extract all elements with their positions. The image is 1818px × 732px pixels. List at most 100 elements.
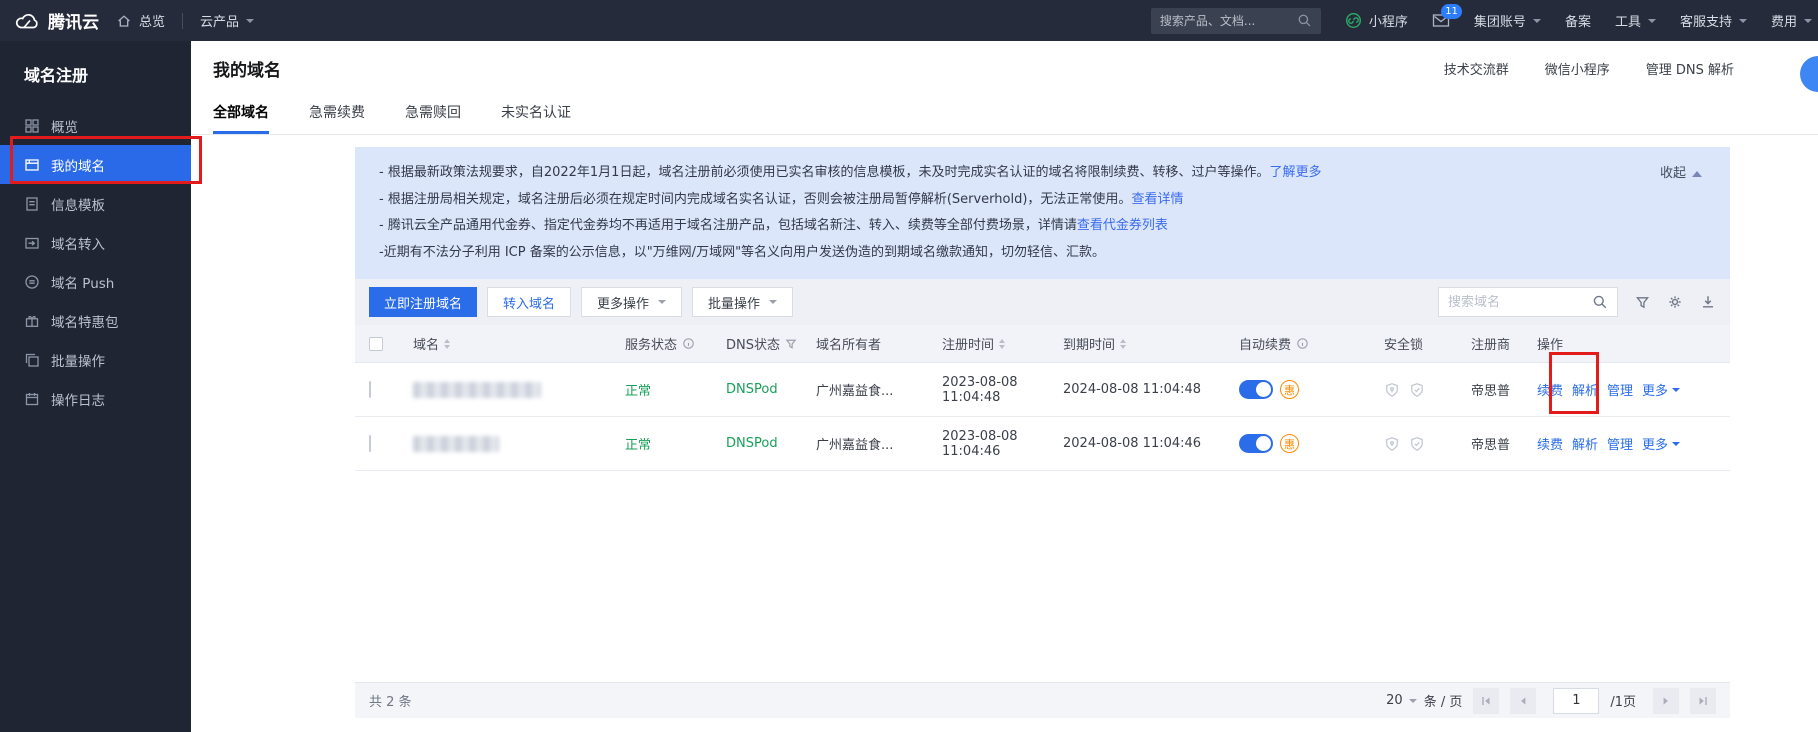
topbar-search[interactable] xyxy=(1151,8,1321,34)
document-icon xyxy=(24,196,40,212)
first-page-button[interactable] xyxy=(1473,688,1499,714)
toggle-knob xyxy=(1256,436,1271,451)
table-empty-space xyxy=(355,471,1730,682)
sidebar-item-operation-logs[interactable]: 操作日志 xyxy=(0,379,191,418)
table-row: 正常 DNSPod 广州嘉益食... 2023-08-08 11:04:46 2… xyxy=(355,417,1730,471)
topbar-products-menu[interactable]: 云产品 xyxy=(200,11,254,30)
chevron-down-icon xyxy=(1648,19,1656,23)
resolve-link[interactable]: 解析 xyxy=(1572,380,1598,399)
page-size-select[interactable]: 20 xyxy=(1386,693,1417,708)
more-operations-dropdown[interactable]: 更多操作 xyxy=(581,287,682,317)
renew-link[interactable]: 续费 xyxy=(1537,380,1563,399)
tab-not-verified[interactable]: 未实名认证 xyxy=(501,102,571,134)
chevron-down-icon xyxy=(1804,19,1812,23)
sort-icon[interactable] xyxy=(444,339,450,349)
renew-link[interactable]: 续费 xyxy=(1537,434,1563,453)
shield-icon[interactable] xyxy=(1384,436,1400,452)
shield-icon[interactable] xyxy=(1409,436,1425,452)
sort-icon[interactable] xyxy=(1120,339,1126,349)
domain-owner: 广州嘉益食... xyxy=(816,380,942,399)
row-checkbox[interactable] xyxy=(369,381,371,398)
topbar-messages[interactable]: 11 xyxy=(1432,13,1450,28)
notice-line: - 根据注册局相关规定，域名注册后必须在规定时间内完成域名实名认证，否则会被注册… xyxy=(379,187,1706,214)
search-icon[interactable] xyxy=(1297,13,1312,28)
link-learn-more[interactable]: 了解更多 xyxy=(1269,165,1321,180)
dns-status: DNSPod xyxy=(726,436,816,451)
chevron-down-icon xyxy=(1672,388,1680,392)
link-manage-dns[interactable]: 管理 DNS 解析 xyxy=(1646,59,1734,78)
prev-page-button[interactable] xyxy=(1510,688,1536,714)
topbar-icp[interactable]: 备案 xyxy=(1565,11,1591,30)
auto-renew-toggle[interactable] xyxy=(1239,434,1273,453)
domain-owner: 广州嘉益食... xyxy=(816,434,942,453)
transfer-domain-button[interactable]: 转入域名 xyxy=(487,287,571,317)
chevron-up-icon xyxy=(1692,171,1702,177)
column-header-registered[interactable]: 注册时间 xyxy=(942,334,1063,353)
search-icon[interactable] xyxy=(1592,294,1608,310)
shield-icon[interactable] xyxy=(1384,382,1400,398)
filter-icon[interactable] xyxy=(1635,295,1650,310)
sidebar-item-domain-transfer-in[interactable]: 域名转入 xyxy=(0,223,191,262)
filter-icon[interactable] xyxy=(785,338,797,350)
info-icon[interactable] xyxy=(682,337,695,350)
topbar-search-input[interactable] xyxy=(1160,14,1297,28)
registrar: 帝思普 xyxy=(1471,434,1537,453)
manage-link[interactable]: 管理 xyxy=(1607,380,1633,399)
topbar-billing[interactable]: 费用 xyxy=(1771,11,1812,30)
row-operations: 续费 解析 管理 更多 xyxy=(1537,380,1730,399)
manage-link[interactable]: 管理 xyxy=(1607,434,1633,453)
page-number-input[interactable] xyxy=(1553,688,1599,714)
sidebar-item-overview[interactable]: 概览 xyxy=(0,106,191,145)
topbar-mini-program[interactable]: 小程序 xyxy=(1345,11,1408,30)
tab-all-domains[interactable]: 全部域名 xyxy=(213,102,269,134)
table-footer: 共 2 条 20 条 / 页 /1页 xyxy=(355,682,1730,718)
resolve-link[interactable]: 解析 xyxy=(1572,434,1598,453)
topbar-support[interactable]: 客服支持 xyxy=(1680,11,1747,30)
promo-badge[interactable]: 惠 xyxy=(1280,380,1299,399)
gear-icon[interactable] xyxy=(1667,294,1683,310)
message-count-badge: 11 xyxy=(1441,4,1462,19)
shield-icon[interactable] xyxy=(1409,382,1425,398)
topbar-group-account[interactable]: 集团账号 xyxy=(1474,11,1541,30)
sort-icon[interactable] xyxy=(999,339,1005,349)
batch-operations-dropdown[interactable]: 批量操作 xyxy=(692,287,793,317)
next-page-button[interactable] xyxy=(1653,688,1679,714)
sidebar-item-info-templates[interactable]: 信息模板 xyxy=(0,184,191,223)
sidebar-item-domain-push[interactable]: 域名 Push xyxy=(0,262,191,301)
brand-text: 腾讯云 xyxy=(48,8,99,33)
tab-need-renewal[interactable]: 急需续费 xyxy=(309,102,365,134)
sidebar: 域名注册 概览 我的域名 信息模板 xyxy=(0,41,191,732)
domain-search-input[interactable] xyxy=(1448,295,1586,310)
column-header-dns-status: DNS状态 xyxy=(726,334,816,353)
promo-badge[interactable]: 惠 xyxy=(1280,434,1299,453)
more-dropdown-link[interactable]: 更多 xyxy=(1642,380,1680,399)
sidebar-item-my-domains[interactable]: 我的域名 xyxy=(0,145,191,184)
topbar-tools[interactable]: 工具 xyxy=(1615,11,1656,30)
domain-search-box[interactable] xyxy=(1438,287,1618,317)
register-domain-button[interactable]: 立即注册域名 xyxy=(369,287,477,317)
collapse-banner-button[interactable]: 收起 xyxy=(1660,161,1702,188)
link-view-details[interactable]: 查看详情 xyxy=(1131,192,1183,207)
download-icon[interactable] xyxy=(1700,294,1716,310)
auto-renew-toggle[interactable] xyxy=(1239,380,1273,399)
sidebar-item-batch-operations[interactable]: 批量操作 xyxy=(0,340,191,379)
info-icon[interactable] xyxy=(1296,337,1309,350)
registrar: 帝思普 xyxy=(1471,380,1537,399)
link-voucher-list[interactable]: 查看代金券列表 xyxy=(1077,218,1168,233)
column-header-domain[interactable]: 域名 xyxy=(413,334,625,353)
tab-need-redemption[interactable]: 急需赎回 xyxy=(405,102,461,134)
select-all-checkbox[interactable] xyxy=(369,337,383,351)
more-dropdown-link[interactable]: 更多 xyxy=(1642,434,1680,453)
main-area: 我的域名 技术交流群 微信小程序 管理 DNS 解析 全部域名 急需续费 急需赎… xyxy=(191,41,1818,732)
topbar-overview[interactable]: 总览 xyxy=(116,11,165,30)
row-checkbox[interactable] xyxy=(369,435,371,452)
service-status: 正常 xyxy=(625,380,726,399)
tencent-cloud-logo[interactable]: 腾讯云 xyxy=(14,8,99,33)
expire-time: 2024-08-08 11:04:46 xyxy=(1063,436,1239,451)
sidebar-item-deal-package[interactable]: 域名特惠包 xyxy=(0,301,191,340)
last-page-button[interactable] xyxy=(1690,688,1716,714)
column-header-expires[interactable]: 到期时间 xyxy=(1063,334,1239,353)
link-wechat-mini-program[interactable]: 微信小程序 xyxy=(1545,59,1610,78)
link-tech-group[interactable]: 技术交流群 xyxy=(1444,59,1509,78)
expire-time: 2024-08-08 11:04:48 xyxy=(1063,382,1239,397)
